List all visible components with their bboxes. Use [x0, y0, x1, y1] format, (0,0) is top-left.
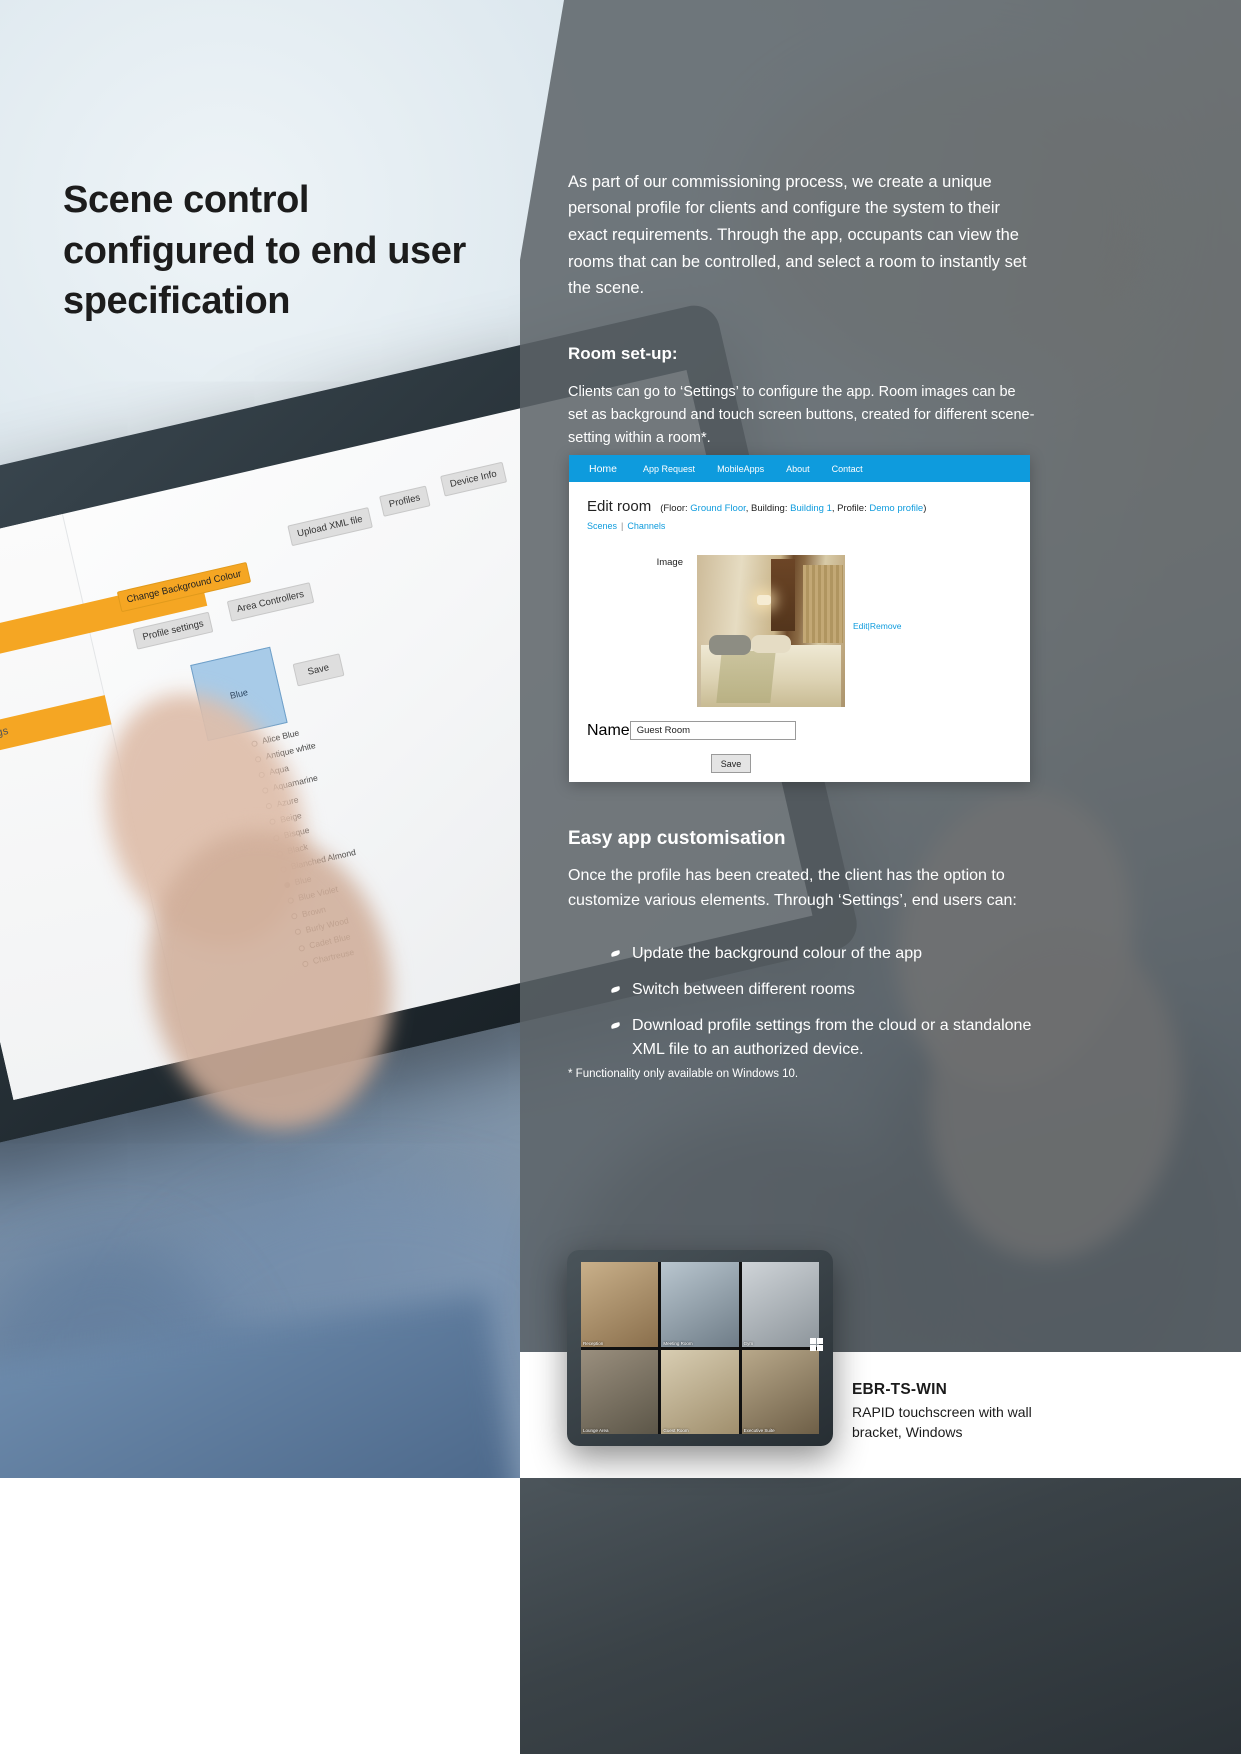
- product-caption: EBR-TS-WIN RAPID touchscreen with wall b…: [852, 1381, 1082, 1443]
- webapp-body: Edit room (Floor: Ground Floor, Building…: [569, 482, 1030, 773]
- nav-item-home[interactable]: Home: [589, 463, 617, 475]
- device-tile-caption: Guest Room: [663, 1428, 689, 1433]
- list-item: Switch between different rooms: [608, 978, 1046, 1002]
- save-button[interactable]: Save: [711, 754, 751, 773]
- nav-item-about[interactable]: About: [786, 464, 810, 474]
- meta-mid2: , Profile:: [831, 503, 870, 514]
- product-description: RAPID touchscreen with wall bracket, Win…: [852, 1404, 1032, 1441]
- bottom-dark-band: [520, 1478, 1241, 1754]
- tab-scenes[interactable]: Scenes: [587, 521, 617, 531]
- tab-channels[interactable]: Channels: [627, 521, 665, 531]
- webapp-page-title: Edit room: [587, 498, 652, 515]
- meta-mid: , Building:: [745, 503, 791, 514]
- photo-detail: [751, 635, 791, 653]
- nav-item-mobileapps[interactable]: MobileApps: [717, 464, 764, 474]
- image-label: Image: [656, 557, 683, 568]
- page-number: 4: [32, 1702, 39, 1716]
- meta-suffix: ): [923, 503, 927, 514]
- webapp-tabs: Scenes | Channels: [587, 521, 1012, 531]
- room-name-input[interactable]: [629, 721, 796, 740]
- photo-detail: [757, 595, 771, 605]
- device-tile-caption: Executive Suite: [743, 1428, 775, 1433]
- list-item: Download profile settings from the cloud…: [608, 1014, 1046, 1062]
- name-row: Name: [587, 721, 1012, 740]
- tablet-save-button[interactable]: Save: [292, 653, 345, 687]
- product-device-photo: Reception Meeting Room Gym Lounge Area G…: [567, 1250, 833, 1446]
- link-profile[interactable]: Demo profile: [869, 503, 923, 514]
- list-item: Update the background colour of the app: [608, 942, 1046, 966]
- device-tile: Gym: [741, 1262, 819, 1347]
- bottom-left-white-band: [0, 1478, 520, 1754]
- brochure-page: ⌂ Rooms ⚲ Floors ✎ Settings Change Backg…: [0, 0, 1241, 1754]
- remove-image-link[interactable]: Remove: [870, 621, 902, 631]
- device-tile-caption: Lounge Area: [583, 1428, 609, 1433]
- chip-upload-xml-file[interactable]: Upload XML file: [287, 507, 373, 547]
- chip-area-controllers[interactable]: Area Controllers: [226, 582, 314, 622]
- nav-item-contact[interactable]: Contact: [832, 464, 863, 474]
- customisation-bullet-list: Update the background colour of the app …: [568, 942, 1046, 1074]
- tab-separator: |: [621, 521, 624, 531]
- device-tile: Guest Room: [661, 1349, 739, 1434]
- windows-icon: [810, 1338, 823, 1351]
- device-tile: Meeting Room: [661, 1262, 739, 1347]
- link-building[interactable]: Building 1: [790, 503, 832, 514]
- edit-image-link[interactable]: Edit: [853, 621, 868, 631]
- chip-profiles[interactable]: Profiles: [379, 485, 431, 517]
- nav-item-app-request[interactable]: App Request: [643, 464, 695, 474]
- intro-paragraph: As part of our commissioning process, we…: [568, 172, 1027, 298]
- photo-detail: [803, 565, 843, 643]
- room-image-thumbnail: [697, 555, 845, 707]
- customisation-body: Once the profile has been created, the c…: [568, 867, 1017, 909]
- device-screen: Reception Meeting Room Gym Lounge Area G…: [581, 1262, 819, 1434]
- meta-prefix: (Floor:: [660, 503, 691, 514]
- edit-room-form: Image Edit|Remove Name Guest Room Save: [587, 555, 1012, 773]
- page-title: Scene control configured to end user spe…: [63, 179, 466, 322]
- device-tile: Reception: [581, 1262, 659, 1347]
- device-tile: Lounge Area: [581, 1349, 659, 1434]
- webapp-breadcrumb: (Floor: Ground Floor, Building: Building…: [660, 503, 926, 514]
- name-label: Name: [587, 721, 630, 739]
- customisation-heading: Easy app customisation: [568, 827, 786, 849]
- image-row: Image Edit|Remove: [587, 555, 1012, 707]
- device-tile-caption: Reception: [583, 1340, 604, 1346]
- device-tile-caption: Gym: [743, 1340, 754, 1346]
- room-setup-body: Clients can go to ‘Settings’ to configur…: [568, 383, 1035, 447]
- chip-device-info[interactable]: Device Info: [440, 461, 507, 497]
- photo-detail: [771, 559, 795, 631]
- device-tile: Executive Suite: [741, 1349, 819, 1434]
- photo-detail: [716, 651, 776, 703]
- device-tile-caption: Meeting Room: [663, 1340, 693, 1346]
- footnote: * Functionality only available on Window…: [568, 1068, 799, 1080]
- webapp-page-title-row: Edit room (Floor: Ground Floor, Building…: [587, 498, 1012, 515]
- product-code: EBR-TS-WIN: [852, 1381, 947, 1398]
- image-actions: Edit|Remove: [853, 555, 902, 631]
- webapp-navbar: Home App Request MobileApps About Contac…: [569, 455, 1030, 482]
- room-setup-heading: Room set-up:: [568, 344, 678, 364]
- webapp-screenshot: Home App Request MobileApps About Contac…: [569, 455, 1030, 782]
- photo-detail: [709, 635, 751, 655]
- link-floor[interactable]: Ground Floor: [690, 503, 745, 514]
